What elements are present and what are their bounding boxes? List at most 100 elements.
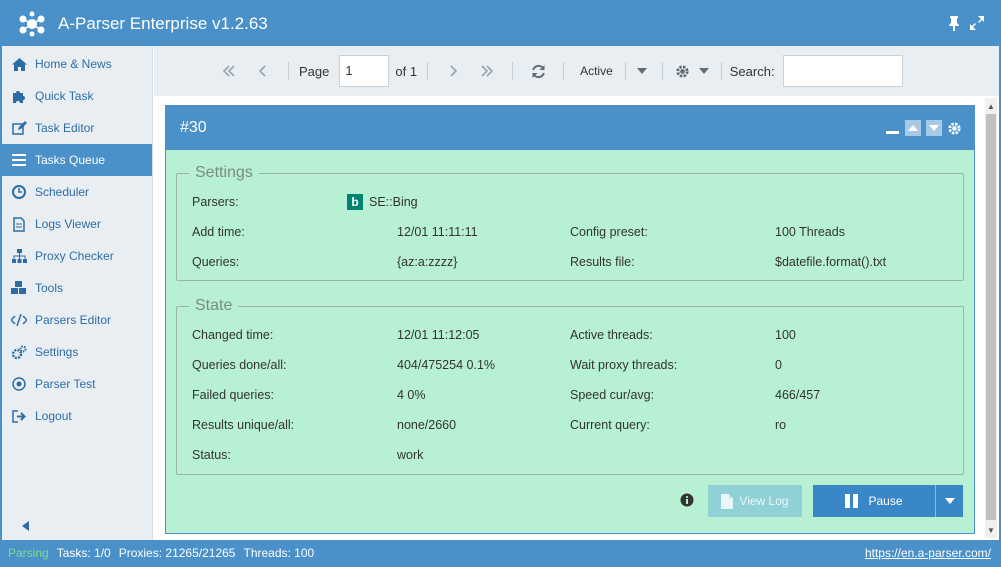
scroll-up-icon[interactable]: ▲: [985, 100, 997, 112]
file-icon: [11, 216, 27, 232]
config-preset-label: Config preset:: [570, 225, 648, 239]
sidebar-item-logout[interactable]: Logout: [2, 400, 152, 432]
clock-icon: [11, 184, 27, 200]
filter-dropdown-icon[interactable]: [630, 68, 654, 74]
code-icon: [11, 312, 27, 328]
first-page-icon[interactable]: [212, 65, 246, 77]
active-threads-value: 100: [775, 328, 796, 342]
changed-time-value: 12/01 11:12:05: [397, 328, 480, 342]
sidebar-item-home-news[interactable]: Home & News: [2, 48, 152, 80]
scroll-down-icon[interactable]: ▼: [985, 524, 997, 536]
parsers-label: Parsers:: [192, 195, 239, 209]
sidebar-item-proxy-checker[interactable]: Proxy Checker: [2, 240, 152, 272]
sidebar-item-label: Proxy Checker: [35, 249, 114, 263]
next-page-icon[interactable]: [436, 65, 470, 77]
a-parser-logo-icon: [16, 8, 48, 40]
gear-icon[interactable]: [671, 64, 695, 79]
sidebar-item-scheduler[interactable]: Scheduler: [2, 176, 152, 208]
toolbar-divider: [624, 62, 626, 80]
sidebar-item-tools[interactable]: Tools: [2, 272, 152, 304]
changed-time-label: Changed time:: [192, 328, 274, 342]
results-value: none/2660: [397, 418, 457, 432]
pause-dropdown-icon[interactable]: [935, 485, 963, 517]
parser-name: SE::Bing: [369, 195, 418, 209]
threads-count: Threads: 100: [243, 545, 315, 560]
toolbar-divider: [512, 62, 514, 80]
add-time-value: 12/01 11:11:11: [397, 225, 478, 239]
results-label: Results unique/all:: [192, 418, 295, 432]
current-query-value: ro: [775, 418, 787, 432]
network-icon: [11, 248, 27, 264]
scrollbar[interactable]: ▲ ▼: [985, 98, 997, 538]
sidebar-item-logs-viewer[interactable]: Logs Viewer: [2, 208, 152, 240]
page-number-input[interactable]: 1: [339, 55, 390, 87]
last-page-icon[interactable]: [470, 65, 504, 77]
content-area: #30 Settings Parsers: b SE::Bing Add tim…: [154, 96, 999, 540]
sidebar-item-label: Logs Viewer: [35, 217, 101, 231]
parsing-status: Parsing: [8, 545, 49, 560]
results-file-label: Results file:: [570, 255, 635, 269]
bing-icon: b: [347, 194, 363, 210]
queries-done-value: 404/475254 0.1%: [397, 358, 496, 372]
scroll-thumb[interactable]: [986, 114, 996, 520]
status-bar: Parsing Tasks: 1/0 Proxies: 21265/21265 …: [2, 540, 999, 565]
wait-proxy-value: 0: [775, 358, 782, 372]
config-preset-value: 100 Threads: [775, 225, 845, 239]
logout-icon: [11, 408, 27, 424]
queries-done-label: Queries done/all:: [192, 358, 287, 372]
toolbar: Page 1 of 1 Active Search:: [154, 46, 999, 96]
filter-select-value[interactable]: Active: [580, 64, 613, 78]
move-up-icon[interactable]: [905, 120, 921, 136]
toolbar-divider: [661, 62, 663, 80]
toolbar-divider: [427, 62, 429, 80]
proxies-count: Proxies: 21265/21265: [118, 545, 236, 560]
collapse-sidebar-icon[interactable]: [22, 520, 30, 534]
toolbar-divider: [720, 62, 722, 80]
sidebar: Home & News Quick Task Task Editor Tasks…: [2, 46, 153, 540]
wait-proxy-label: Wait proxy threads:: [570, 358, 678, 372]
sidebar-item-label: Home & News: [35, 57, 112, 71]
refresh-icon[interactable]: [521, 64, 555, 79]
task-panel-header: #30: [166, 106, 974, 150]
sidebar-item-task-editor[interactable]: Task Editor: [2, 112, 152, 144]
toolbar-divider: [563, 62, 565, 80]
edit-icon: [11, 120, 27, 136]
sidebar-item-quick-task[interactable]: Quick Task: [2, 80, 152, 112]
expand-icon[interactable]: [969, 15, 985, 34]
queries-value: {az:a:zzzz}: [397, 255, 458, 269]
sidebar-item-label: Task Editor: [35, 121, 95, 135]
sidebar-item-settings[interactable]: Settings: [2, 336, 152, 368]
minimize-icon[interactable]: [886, 120, 900, 136]
prev-page-icon[interactable]: [246, 65, 280, 77]
settings-legend: Settings: [195, 164, 253, 181]
view-log-label: View Log: [739, 494, 789, 508]
add-time-label: Add time:: [192, 225, 245, 239]
sidebar-item-tasks-queue[interactable]: Tasks Queue: [2, 144, 152, 176]
search-input[interactable]: [782, 55, 903, 87]
sidebar-item-parser-test[interactable]: Parser Test: [2, 368, 152, 400]
queries-label: Queries:: [192, 255, 240, 269]
move-down-icon[interactable]: [926, 120, 942, 136]
sidebar-item-label: Parsers Editor: [35, 313, 112, 327]
website-link[interactable]: https://en.a-parser.com/: [865, 546, 991, 560]
list-icon: [11, 152, 27, 168]
puzzle-icon: [11, 88, 27, 104]
status-label: Status:: [192, 448, 231, 462]
app-window: A-Parser Enterprise v1.2.63 Home & News …: [0, 0, 1001, 567]
pause-button[interactable]: Pause: [813, 485, 963, 517]
pause-label: Pause: [868, 494, 903, 508]
sidebar-item-parsers-editor[interactable]: Parsers Editor: [2, 304, 152, 336]
pin-icon[interactable]: [947, 15, 961, 34]
document-icon: [721, 493, 734, 509]
page-label: Page: [299, 63, 330, 79]
pause-icon: [845, 494, 859, 508]
gears-icon: [11, 344, 27, 360]
task-gear-icon[interactable]: [947, 121, 962, 136]
status-value: work: [397, 448, 424, 462]
settings-dropdown-icon[interactable]: [695, 68, 713, 74]
info-icon[interactable]: [680, 493, 694, 507]
sidebar-item-label: Tools: [35, 281, 64, 295]
sidebar-item-label: Scheduler: [35, 185, 90, 199]
view-log-button[interactable]: View Log: [708, 485, 802, 517]
active-threads-label: Active threads:: [570, 328, 653, 342]
